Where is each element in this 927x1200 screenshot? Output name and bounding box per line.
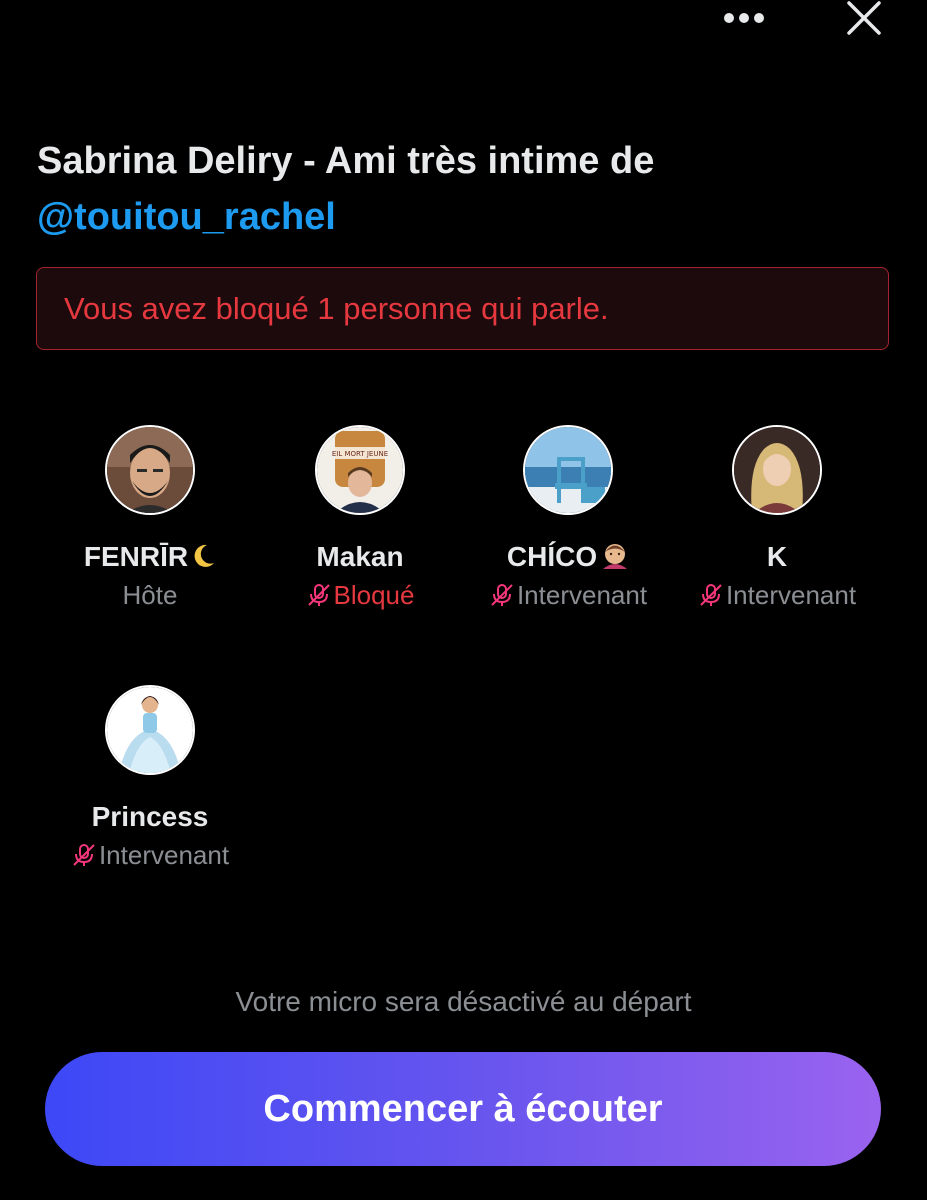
speaker-role: Bloqué bbox=[255, 578, 465, 612]
speaker-name: FENRĪR bbox=[45, 539, 255, 575]
space-title: Sabrina Deliry - Ami très intime de @tou… bbox=[37, 133, 887, 245]
blocked-alert: Vous avez bloqué 1 personne qui parle. bbox=[36, 267, 889, 350]
speaker-role: Hôte bbox=[45, 578, 255, 612]
speaker-name: CHÍCO bbox=[463, 539, 673, 575]
speaker-name-text: FENRĪR bbox=[83, 541, 189, 572]
speaker-name: K bbox=[672, 539, 882, 575]
close-icon bbox=[847, 1, 881, 35]
speaker-makan[interactable]: EIL MORT JEUNE Makan Bloqué bbox=[255, 425, 465, 612]
speaker-k[interactable]: K Intervenant bbox=[672, 425, 882, 612]
speaker-role-text: Intervenant bbox=[98, 840, 230, 870]
mic-off-icon bbox=[700, 584, 722, 606]
speaker-role-text: Intervenant bbox=[516, 580, 648, 610]
mic-notice: Votre micro sera désactivé au départ bbox=[235, 986, 692, 1017]
more-horizontal-icon bbox=[724, 13, 764, 23]
top-bar bbox=[0, 0, 927, 40]
avatar bbox=[732, 425, 822, 515]
mic-off-icon bbox=[73, 844, 95, 866]
mic-off-icon bbox=[491, 584, 513, 606]
face-emoji-icon bbox=[603, 544, 628, 569]
speaker-role-text: Intervenant bbox=[725, 580, 857, 610]
avatar: EIL MORT JEUNE bbox=[315, 425, 405, 515]
avatar bbox=[105, 425, 195, 515]
speaker-role-text: Hôte bbox=[122, 580, 178, 610]
close-button[interactable] bbox=[838, 0, 890, 36]
speaker-name-text: CHÍCO bbox=[506, 541, 598, 572]
space-title-text: Sabrina Deliry - Ami très intime de bbox=[37, 140, 655, 182]
mic-off-icon bbox=[307, 584, 330, 606]
speaker-princess[interactable]: Princess Intervenant bbox=[45, 685, 255, 872]
more-options-button[interactable] bbox=[712, 0, 776, 36]
svg-text:EIL MORT JEUNE: EIL MORT JEUNE bbox=[332, 450, 388, 458]
speaker-role: Intervenant bbox=[45, 838, 255, 872]
speaker-role: Intervenant bbox=[463, 578, 673, 612]
speaker-name-text: Makan bbox=[316, 541, 404, 572]
start-listening-button[interactable]: Commencer à écouter bbox=[45, 1052, 881, 1166]
blocked-alert-text: Vous avez bloqué 1 personne qui parle. bbox=[64, 290, 609, 326]
speaker-name: Princess bbox=[45, 799, 255, 835]
speaker-fenrir[interactable]: FENRĪR Hôte bbox=[45, 425, 255, 612]
avatar bbox=[105, 685, 195, 775]
speaker-chico[interactable]: CHÍCO Intervenant bbox=[463, 425, 673, 612]
speaker-role: Intervenant bbox=[672, 578, 882, 612]
mention-link[interactable]: @touitou_rachel bbox=[37, 189, 887, 245]
speaker-name: Makan bbox=[255, 539, 465, 575]
moon-icon bbox=[194, 544, 215, 567]
speaker-name-text: Princess bbox=[91, 801, 209, 832]
speaker-name-text: K bbox=[766, 541, 788, 572]
speaker-role-text: Bloqué bbox=[333, 580, 415, 610]
avatar bbox=[523, 425, 613, 515]
